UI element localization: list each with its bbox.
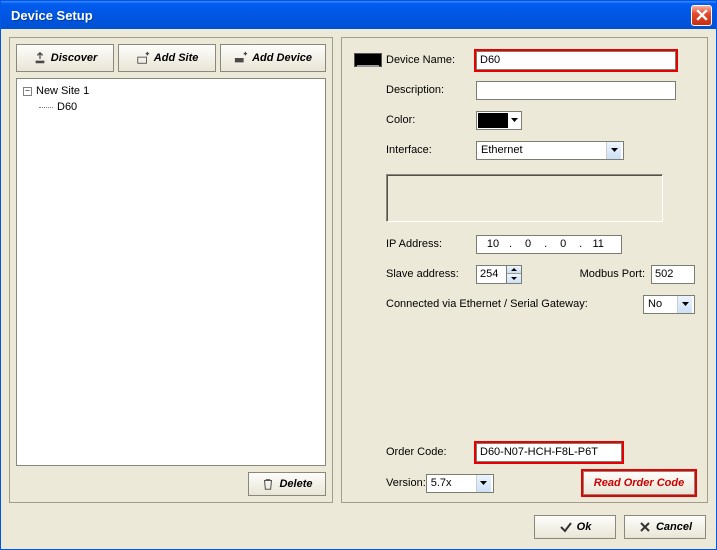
chevron-down-icon bbox=[677, 296, 692, 313]
modbus-port-input[interactable] bbox=[651, 265, 695, 284]
chevron-down-icon bbox=[508, 118, 520, 122]
description-label: Description: bbox=[386, 84, 476, 96]
title-bar: Device Setup bbox=[1, 1, 716, 29]
tree-branch-icon bbox=[39, 107, 53, 108]
description-input[interactable] bbox=[476, 81, 676, 100]
device-name-input[interactable] bbox=[476, 51, 676, 70]
cancel-button[interactable]: Cancel bbox=[624, 515, 706, 539]
order-code-label: Order Code: bbox=[386, 446, 476, 458]
check-icon bbox=[559, 520, 573, 534]
dialog-footer: Ok Cancel bbox=[1, 511, 716, 549]
version-label: Version: bbox=[386, 477, 426, 489]
gateway-label: Connected via Ethernet / Serial Gateway: bbox=[386, 298, 643, 310]
ip-octet-1: 10 bbox=[477, 238, 509, 250]
read-order-code-button[interactable]: Read Order Code bbox=[583, 471, 695, 495]
ok-button[interactable]: Ok bbox=[534, 515, 616, 539]
device-setup-window: Device Setup Discover Add Site Add Devic… bbox=[0, 0, 717, 550]
add-device-icon bbox=[234, 51, 248, 65]
discover-label: Discover bbox=[51, 52, 97, 64]
right-panel: Device Name: Description: Color: Interfa… bbox=[341, 37, 708, 503]
window-title: Device Setup bbox=[5, 8, 691, 23]
delete-row: Delete bbox=[16, 472, 326, 496]
version-value: 5.7x bbox=[429, 477, 476, 489]
chevron-down-icon bbox=[606, 142, 621, 159]
spin-down-icon[interactable] bbox=[507, 274, 521, 283]
discover-button[interactable]: Discover bbox=[16, 44, 114, 72]
order-code-input[interactable] bbox=[476, 443, 622, 462]
modbus-port-label: Modbus Port: bbox=[580, 268, 645, 280]
device-name-label: Device Name: bbox=[386, 54, 476, 66]
trash-icon bbox=[261, 477, 275, 491]
device-icon-wrap bbox=[354, 53, 382, 67]
inset-placeholder-box bbox=[386, 174, 663, 222]
tree-site-node[interactable]: − New Site 1 bbox=[21, 83, 321, 99]
cancel-icon bbox=[638, 520, 652, 534]
delete-button[interactable]: Delete bbox=[248, 472, 326, 496]
window-close-button[interactable] bbox=[691, 5, 712, 26]
device-icon bbox=[354, 53, 382, 67]
ip-octet-3: 0 bbox=[547, 238, 579, 250]
ok-label: Ok bbox=[577, 521, 592, 533]
left-panel: Discover Add Site Add Device − New Site … bbox=[9, 37, 333, 503]
ip-octet-4: 11 bbox=[582, 238, 614, 250]
gateway-select[interactable]: No bbox=[643, 295, 695, 314]
ip-input[interactable]: 10. 0. 0. 11 bbox=[476, 235, 622, 254]
tree-site-label: New Site 1 bbox=[36, 85, 89, 97]
interface-value: Ethernet bbox=[479, 144, 606, 156]
color-swatch bbox=[478, 113, 508, 128]
add-site-icon bbox=[136, 51, 150, 65]
tree-device-label: D60 bbox=[57, 101, 77, 113]
add-site-button[interactable]: Add Site bbox=[118, 44, 216, 72]
color-row: Color: bbox=[354, 108, 695, 132]
slave-label: Slave address: bbox=[386, 268, 476, 280]
tree-expander-icon[interactable]: − bbox=[23, 87, 32, 96]
left-toolbar: Discover Add Site Add Device bbox=[16, 44, 326, 72]
description-row: Description: bbox=[354, 78, 695, 102]
gateway-value: No bbox=[646, 298, 677, 310]
add-device-label: Add Device bbox=[252, 52, 312, 64]
slave-address-input[interactable] bbox=[476, 265, 506, 284]
device-name-row: Device Name: bbox=[354, 48, 695, 72]
version-select[interactable]: 5.7x bbox=[426, 474, 494, 493]
spacer bbox=[354, 322, 695, 440]
version-row: Version: 5.7x Read Order Code bbox=[354, 470, 695, 496]
spin-up-icon[interactable] bbox=[507, 266, 521, 275]
add-site-label: Add Site bbox=[154, 52, 199, 64]
add-device-button[interactable]: Add Device bbox=[220, 44, 326, 72]
read-order-code-label: Read Order Code bbox=[594, 477, 684, 489]
discover-icon bbox=[33, 51, 47, 65]
interface-row: Interface: Ethernet bbox=[354, 138, 695, 162]
ip-label: IP Address: bbox=[386, 238, 476, 250]
slave-row: Slave address: Modbus Port: bbox=[354, 262, 695, 286]
slave-address-spinner[interactable] bbox=[476, 265, 522, 284]
chevron-down-icon bbox=[476, 475, 491, 492]
site-tree[interactable]: − New Site 1 D60 bbox=[16, 78, 326, 466]
interface-select[interactable]: Ethernet bbox=[476, 141, 624, 160]
color-picker[interactable] bbox=[476, 111, 522, 130]
color-label: Color: bbox=[386, 114, 476, 126]
delete-label: Delete bbox=[279, 478, 312, 490]
ip-octet-2: 0 bbox=[512, 238, 544, 250]
gateway-row: Connected via Ethernet / Serial Gateway:… bbox=[354, 292, 695, 316]
interface-label: Interface: bbox=[386, 144, 476, 156]
order-code-row: Order Code: bbox=[354, 440, 695, 464]
dialog-body: Discover Add Site Add Device − New Site … bbox=[1, 29, 716, 511]
spinner-buttons[interactable] bbox=[506, 265, 522, 284]
tree-device-node[interactable]: D60 bbox=[21, 99, 321, 115]
cancel-label: Cancel bbox=[656, 521, 692, 533]
ip-row: IP Address: 10. 0. 0. 11 bbox=[354, 232, 695, 256]
close-icon bbox=[696, 9, 708, 21]
